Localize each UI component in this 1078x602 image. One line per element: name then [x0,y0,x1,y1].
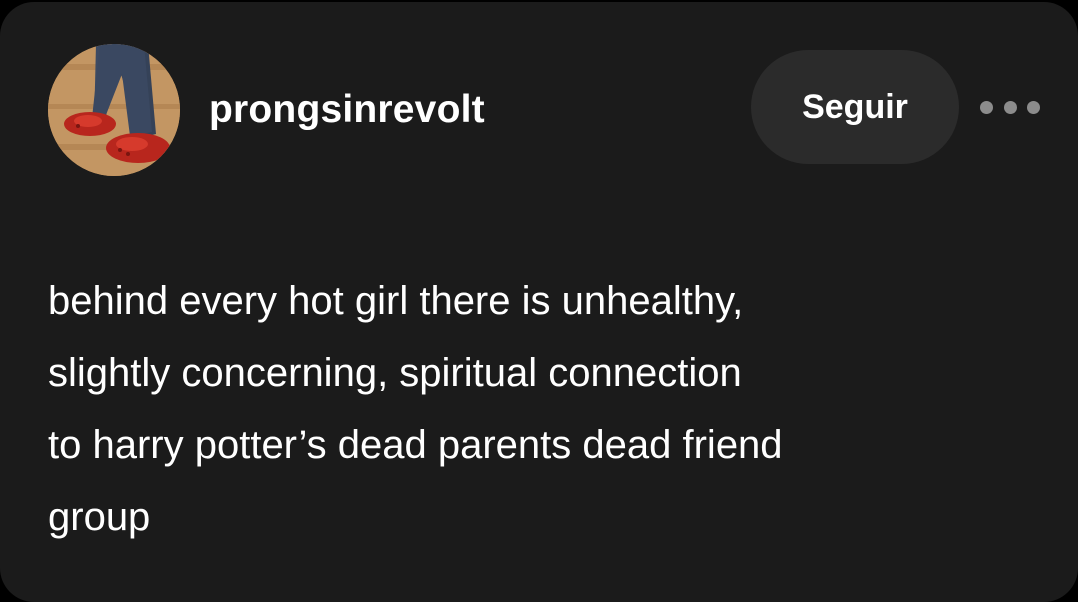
more-dot [980,100,993,114]
avatar[interactable] [48,44,180,176]
more-dot [1027,100,1040,114]
avatar-photo-icon [48,44,180,176]
post-body-line: slightly concerning, spiritual connectio… [48,351,742,395]
post-body-line: behind every hot girl there is unhealthy… [48,279,744,323]
more-dot [1003,100,1017,114]
post-card: prongsinrevolt Seguir behind every hot g… [0,2,1078,602]
follow-button[interactable]: Seguir [751,50,959,164]
more-options-icon[interactable] [980,92,1040,122]
post-body-line: group [48,495,151,539]
post-body-line: to harry potter’s dead parents dead frie… [48,423,783,467]
post-body-text: behind every hot girl there is unhealthy… [48,265,1028,553]
username-link[interactable]: prongsinrevolt [209,86,485,134]
